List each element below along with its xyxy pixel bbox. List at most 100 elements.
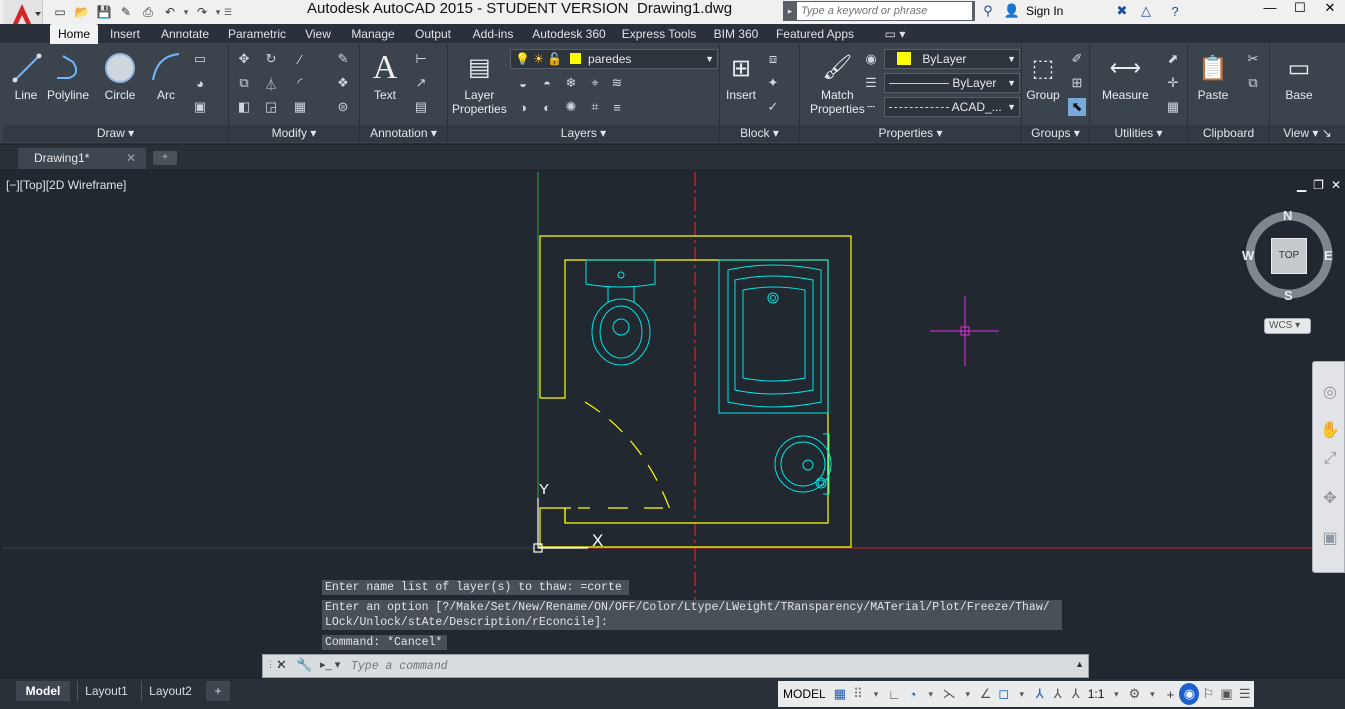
layer-freeze-icon[interactable]: ❄: [562, 74, 580, 92]
base-button[interactable]: ▭ Base: [1282, 48, 1316, 103]
pan-icon[interactable]: ✋: [1319, 420, 1341, 442]
explode-icon[interactable]: ❖: [334, 74, 352, 92]
workspace-gear-icon[interactable]: ⚙: [1125, 683, 1143, 705]
redo-dropdown-icon[interactable]: ▾: [214, 7, 222, 18]
rotate-icon[interactable]: ↻: [262, 50, 280, 68]
recent-commands-icon[interactable]: ▸_ ▾: [320, 658, 346, 674]
paste-button[interactable]: 📋 Paste: [1196, 48, 1230, 103]
ungroup-icon[interactable]: ✐: [1068, 50, 1086, 68]
save-as-icon[interactable]: ✎: [116, 3, 136, 21]
circle-button[interactable]: Circle: [103, 48, 137, 102]
grid-icon[interactable]: ▦: [831, 683, 849, 705]
edit-attributes-icon[interactable]: ✓: [764, 98, 782, 116]
undo-icon[interactable]: ↶: [160, 3, 180, 21]
tab-home[interactable]: Home: [50, 24, 98, 44]
view-panel-title[interactable]: View ▾ ↘: [1270, 125, 1345, 142]
cut-icon[interactable]: ✂: [1244, 50, 1262, 68]
clean-screen-icon[interactable]: ▣: [1217, 683, 1235, 705]
orbit-icon[interactable]: ✥: [1319, 488, 1341, 510]
customization-menu-icon[interactable]: ☰: [1236, 683, 1254, 705]
match-properties-button[interactable]: 🖌 Match Properties: [810, 48, 865, 117]
draw-panel-title[interactable]: Draw ▾: [3, 125, 228, 142]
leader-icon[interactable]: ↗: [412, 74, 430, 92]
maximize-icon[interactable]: ☐: [1285, 0, 1315, 20]
tab-featured-apps[interactable]: Featured Apps: [771, 24, 859, 44]
chevron-down-icon[interactable]: ▾: [1107, 683, 1125, 705]
clipboard-panel-title[interactable]: Clipboard: [1188, 125, 1269, 142]
chevron-up-icon[interactable]: ▲: [1075, 659, 1084, 669]
ortho-icon[interactable]: ∟: [885, 683, 904, 705]
lineweight-dropdown[interactable]: ByLayer ▼: [884, 73, 1020, 93]
tab-insert[interactable]: Insert: [104, 24, 146, 44]
utilities-panel-title[interactable]: Utilities ▾: [1090, 125, 1187, 142]
minimize-icon[interactable]: ▁: [1297, 178, 1306, 192]
user-icon[interactable]: 👤: [1002, 2, 1022, 20]
group-edit-icon[interactable]: ⊞: [1068, 74, 1086, 92]
new-tab-button[interactable]: +: [153, 151, 177, 165]
mirror-icon[interactable]: ⏃: [262, 74, 280, 92]
layer-current-icon[interactable]: ◑: [514, 98, 532, 116]
insert-button[interactable]: ⊞ Insert: [724, 48, 758, 103]
layout-tab-layout1[interactable]: Layout1: [77, 681, 135, 701]
wrench-icon[interactable]: 🔧: [296, 657, 312, 673]
layers-panel-title[interactable]: Layers ▾: [448, 125, 719, 142]
compass-east[interactable]: E: [1324, 248, 1333, 263]
layer-unlock-icon[interactable]: ⌗: [586, 98, 604, 116]
dimension-icon[interactable]: ⊢: [412, 50, 430, 68]
copy-clip-icon[interactable]: ⧉: [1244, 74, 1262, 92]
offset-icon[interactable]: ⊜: [334, 98, 352, 116]
layer-thaw-all-icon[interactable]: ✺: [562, 98, 580, 116]
snap-icon[interactable]: ⠿: [849, 683, 867, 705]
color-dropdown[interactable]: ByLayer ▼: [884, 49, 1020, 69]
binoculars-icon[interactable]: ⚲: [978, 2, 998, 20]
isodraft-icon[interactable]: ⋋: [940, 683, 959, 705]
tab-add-ins[interactable]: Add-ins: [467, 24, 519, 44]
redo-icon[interactable]: ↷: [192, 3, 212, 21]
tab-express-tools[interactable]: Express Tools: [619, 24, 699, 44]
annotation-scale-icon[interactable]: ⅄: [1067, 683, 1085, 705]
viewport-controls-label[interactable]: [−][Top][2D Wireframe]: [6, 178, 126, 192]
exchange-apps-icon[interactable]: ✖: [1112, 2, 1132, 20]
properties-panel-title[interactable]: Properties ▾: [800, 125, 1021, 142]
tab-view[interactable]: View: [300, 24, 336, 44]
group-selection-icon[interactable]: ⬉: [1068, 98, 1086, 116]
tab-autodesk-360[interactable]: Autodesk 360: [529, 24, 609, 44]
region-icon[interactable]: ▣: [191, 98, 209, 116]
undo-dropdown-icon[interactable]: ▾: [182, 7, 190, 18]
isolate-objects-icon[interactable]: ◉: [1179, 683, 1200, 705]
point-icon[interactable]: ✛: [1164, 74, 1182, 92]
measure-button[interactable]: ⟷ Measure: [1102, 48, 1149, 102]
save-icon[interactable]: 💾: [94, 3, 114, 21]
close-icon[interactable]: ✕: [126, 148, 136, 169]
ribbon-options-icon[interactable]: ▭ ▾: [880, 24, 910, 44]
plot-icon[interactable]: ⎙: [138, 3, 158, 21]
restore-icon[interactable]: ❐: [1313, 178, 1324, 192]
line-button[interactable]: Line: [9, 48, 43, 102]
showmotion-icon[interactable]: ▣: [1319, 528, 1341, 550]
arc-button[interactable]: Arc: [149, 48, 183, 102]
search-input[interactable]: [797, 2, 972, 20]
block-panel-title[interactable]: Block ▾: [720, 125, 799, 142]
quick-select-icon[interactable]: ⬈: [1164, 50, 1182, 68]
chevron-down-icon[interactable]: ▾: [922, 683, 940, 705]
layer-isolate-icon[interactable]: ◓: [538, 74, 556, 92]
object-snap-tracking-icon[interactable]: ∠: [977, 683, 995, 705]
wcs-menu[interactable]: WCS ▾: [1264, 318, 1311, 334]
tab-annotate[interactable]: Annotate: [154, 24, 216, 44]
tab-bim-360[interactable]: BIM 360: [709, 24, 763, 44]
chevron-down-icon[interactable]: ▾: [959, 683, 977, 705]
stretch-icon[interactable]: ◧: [235, 98, 253, 116]
layer-dropdown[interactable]: 💡 ☀ 🔓 paredes ▼: [510, 49, 718, 69]
layer-walk-icon[interactable]: ≡: [608, 98, 626, 116]
scale-icon[interactable]: ◲: [262, 98, 280, 116]
calculator-icon[interactable]: ▦: [1164, 98, 1182, 116]
open-icon[interactable]: 📂: [72, 3, 92, 21]
layout-tab-layout2[interactable]: Layout2: [141, 681, 199, 701]
layer-unisolate-icon[interactable]: ◐: [538, 98, 556, 116]
text-button[interactable]: A Text: [368, 48, 402, 102]
close-icon[interactable]: ✕: [1331, 178, 1341, 192]
compass-north[interactable]: N: [1283, 208, 1292, 223]
fillet-icon[interactable]: ◜: [291, 74, 309, 92]
command-input[interactable]: [351, 658, 1051, 675]
polyline-button[interactable]: Polyline: [47, 48, 89, 102]
